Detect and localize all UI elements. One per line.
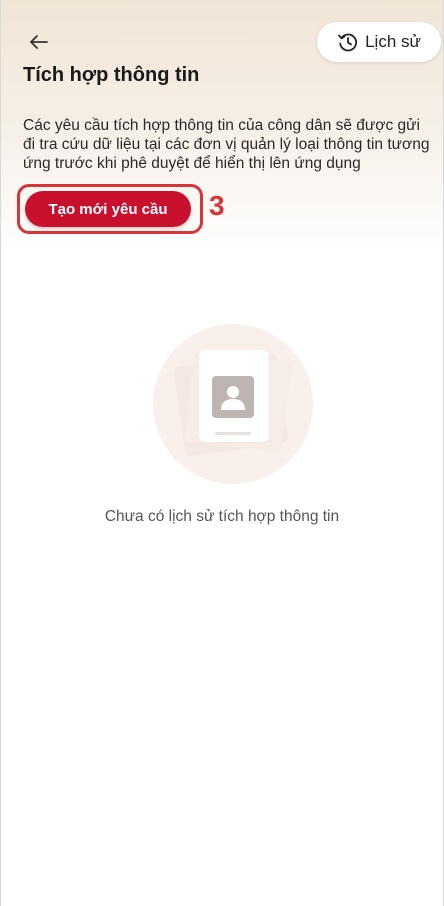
page-title: Tích hợp thông tin [23, 64, 200, 86]
create-request-button[interactable]: Tạo mới yêu cầu [25, 191, 191, 227]
card-line [215, 432, 251, 435]
arrow-left-icon [30, 35, 48, 49]
back-button[interactable] [25, 28, 53, 56]
empty-state-message: Chưa có lịch sử tích hợp thông tin [104, 508, 340, 525]
user-card-icon [212, 376, 254, 418]
history-button[interactable]: Lịch sử [317, 22, 441, 62]
screen: Lịch sử Tích hợp thông tin Các yêu cầu t… [0, 0, 444, 906]
step-marker: 3 [209, 190, 225, 221]
history-clock-icon [338, 33, 358, 52]
history-button-label: Lịch sử [365, 32, 421, 51]
description-text: Các yêu cầu tích hợp thông tin của công … [23, 117, 430, 172]
